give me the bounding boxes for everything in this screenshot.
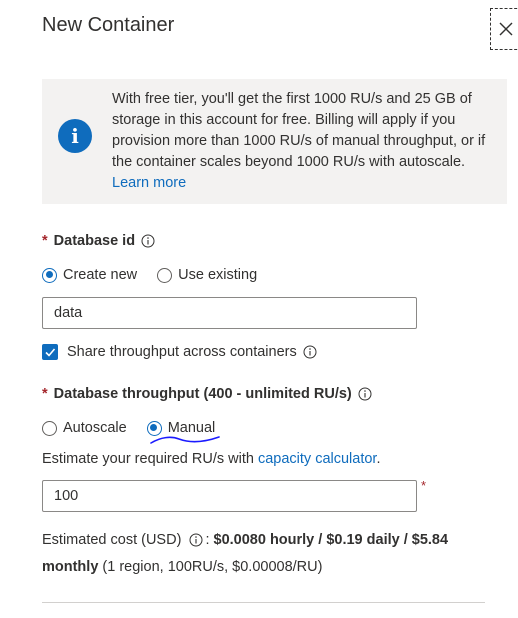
info-tooltip-icon[interactable]	[141, 234, 155, 248]
database-throughput-label: * Database throughput (400 - unlimited R…	[42, 386, 372, 402]
radio-autoscale-label: Autoscale	[63, 420, 127, 436]
estimated-cost: Estimated cost (USD) : $0.0080 hourly / …	[42, 527, 492, 581]
radio-create-new-label: Create new	[63, 267, 138, 283]
radio-autoscale[interactable]: Autoscale	[42, 420, 127, 436]
info-icon: i	[58, 119, 92, 153]
share-throughput-checkbox[interactable]	[42, 344, 58, 360]
database-id-radio-group: Create new Use existing	[42, 267, 277, 283]
handwritten-underline-annotation	[150, 436, 220, 444]
share-throughput-label: Share throughput across containers	[67, 344, 297, 360]
radio-use-existing-label: Use existing	[178, 267, 258, 283]
info-tooltip-icon[interactable]	[303, 345, 317, 359]
required-marker: *	[42, 386, 48, 402]
estimated-cost-details: (1 region, 100RU/s, $0.00008/RU)	[102, 559, 323, 575]
estimate-text: Estimate your required RU/s with capacit…	[42, 451, 380, 467]
banner-message: With free tier, you'll get the first 100…	[112, 91, 486, 170]
throughput-input[interactable]	[42, 480, 417, 512]
section-divider	[42, 602, 485, 603]
database-throughput-label-text: Database throughput (400 - unlimited RU/…	[53, 386, 352, 402]
database-id-input[interactable]	[42, 297, 417, 329]
estimate-suffix: .	[376, 451, 381, 467]
database-id-label: * Database id	[42, 233, 155, 249]
radio-autoscale-circle[interactable]	[42, 420, 57, 436]
radio-create-new-circle[interactable]	[42, 267, 57, 283]
database-id-label-text: Database id	[53, 233, 136, 249]
banner-text: With free tier, you'll get the first 100…	[112, 89, 497, 194]
radio-use-existing[interactable]: Use existing	[157, 267, 257, 283]
capacity-calculator-link[interactable]: capacity calculator	[258, 451, 376, 467]
estimate-prefix: Estimate your required RU/s with	[42, 451, 254, 467]
close-button[interactable]	[490, 8, 518, 50]
estimated-cost-label: Estimated cost (USD)	[42, 532, 182, 548]
info-tooltip-icon[interactable]	[358, 387, 372, 401]
free-tier-banner: i With free tier, you'll get the first 1…	[42, 79, 507, 204]
close-icon	[499, 22, 513, 36]
panel-title: New Container	[42, 14, 175, 36]
new-container-panel: New Container i With free tier, you'll g…	[0, 0, 518, 618]
required-marker: *	[42, 233, 48, 249]
info-tooltip-icon[interactable]	[189, 533, 203, 547]
radio-create-new[interactable]: Create new	[42, 267, 137, 283]
throughput-required-marker: *	[421, 478, 427, 493]
checkmark-icon	[45, 348, 56, 357]
learn-more-link[interactable]: Learn more	[112, 173, 497, 194]
radio-use-existing-circle[interactable]	[157, 267, 173, 283]
cost-colon: :	[205, 532, 210, 548]
share-throughput-checkbox-row[interactable]: Share throughput across containers	[42, 344, 317, 360]
